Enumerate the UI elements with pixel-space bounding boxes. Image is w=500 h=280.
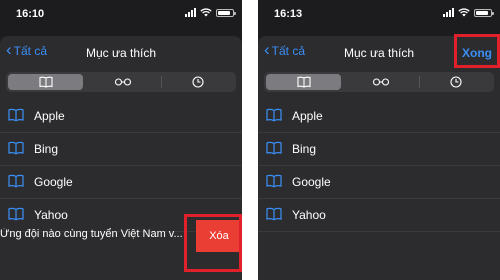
book-icon bbox=[297, 76, 311, 88]
list-item[interactable]: Google bbox=[0, 166, 242, 199]
reading-list-glasses-icon bbox=[114, 78, 132, 86]
done-highlight-box bbox=[454, 34, 500, 68]
book-icon bbox=[266, 108, 282, 122]
book-icon bbox=[8, 108, 24, 122]
status-bar: 16:13 bbox=[258, 0, 500, 28]
list-item[interactable]: Google bbox=[258, 166, 500, 199]
tab-bookmarks[interactable] bbox=[8, 74, 84, 90]
tab-history[interactable] bbox=[160, 72, 236, 92]
book-icon bbox=[266, 174, 282, 188]
wifi-icon bbox=[200, 8, 212, 17]
book-icon bbox=[266, 141, 282, 155]
list-item-label: Bing bbox=[34, 142, 59, 156]
swiped-item-label: Ừng đội nào cùng tuyển Việt Nam v... bbox=[0, 228, 183, 240]
list-item[interactable]: Yahoo bbox=[258, 199, 500, 232]
tab-history[interactable] bbox=[418, 72, 494, 92]
signal-icon bbox=[185, 8, 196, 17]
delete-highlight-box bbox=[184, 214, 242, 272]
book-icon bbox=[266, 207, 282, 221]
battery-icon bbox=[474, 8, 494, 17]
tab-reading-list[interactable] bbox=[343, 72, 418, 92]
battery-icon bbox=[216, 8, 236, 17]
book-icon bbox=[39, 76, 53, 88]
tab-reading-list[interactable] bbox=[85, 72, 160, 92]
list-item-label: Google bbox=[34, 175, 73, 189]
wifi-icon bbox=[458, 8, 470, 17]
bookmark-list: Apple Bing Google Yahoo bbox=[258, 100, 500, 232]
list-item-label: Yahoo bbox=[292, 208, 326, 222]
list-item[interactable]: Apple bbox=[0, 100, 242, 133]
book-icon bbox=[8, 141, 24, 155]
right-phone-screenshot: 16:13 ‹ Tất cả Mục ưa thích Xong Apple B… bbox=[258, 0, 500, 280]
list-item-label: Apple bbox=[34, 109, 65, 123]
segmented-control bbox=[6, 72, 236, 92]
list-item-label: Apple bbox=[292, 109, 323, 123]
bookmark-list: Apple Bing Google Yahoo bbox=[0, 100, 242, 232]
reading-list-glasses-icon bbox=[372, 78, 390, 86]
book-icon bbox=[8, 174, 24, 188]
list-item-label: Bing bbox=[292, 142, 317, 156]
tab-bookmarks[interactable] bbox=[266, 74, 342, 90]
left-phone-screenshot: 16:10 ‹ Tất cả Mục ưa thích Apple Bing G… bbox=[0, 0, 242, 280]
history-clock-icon bbox=[450, 76, 462, 88]
list-item[interactable]: Apple bbox=[258, 100, 500, 133]
list-item[interactable]: Bing bbox=[258, 133, 500, 166]
list-item-label: Google bbox=[292, 175, 331, 189]
page-title: Mục ưa thích bbox=[85, 46, 157, 60]
signal-icon bbox=[443, 8, 454, 17]
segmented-control bbox=[264, 72, 494, 92]
history-clock-icon bbox=[192, 76, 204, 88]
book-icon bbox=[8, 207, 24, 221]
status-time: 16:10 bbox=[16, 8, 45, 20]
favorites-sheet: ‹ Tất cả Mục ưa thích Xong Apple Bing Go… bbox=[258, 36, 500, 280]
status-bar: 16:10 bbox=[0, 0, 242, 28]
status-time: 16:13 bbox=[274, 8, 303, 20]
nav-bar: ‹ Tất cả Mục ưa thích bbox=[0, 36, 242, 70]
list-item[interactable]: Bing bbox=[0, 133, 242, 166]
